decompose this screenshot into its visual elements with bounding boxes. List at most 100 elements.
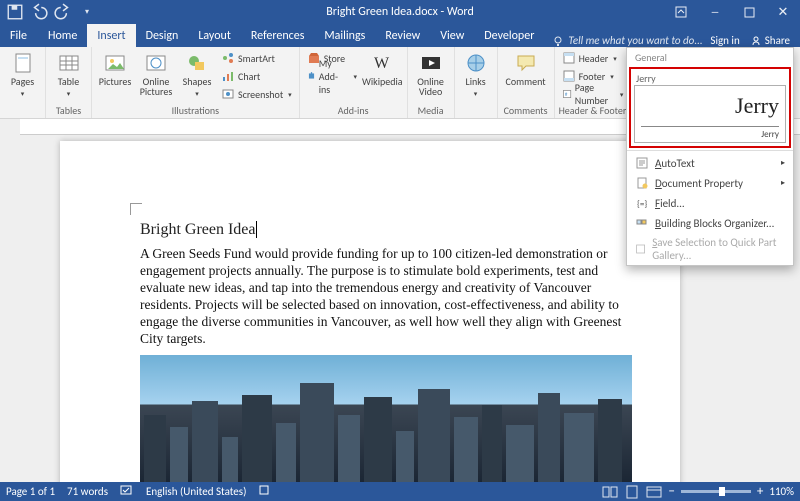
ribbon: Pages▾ _ Table▾ Tables Pictures Online P… (0, 47, 800, 119)
save-gallery-icon (635, 242, 646, 256)
quick-part-gallery-item[interactable]: Jerry Jerry Jerry (631, 69, 789, 146)
tab-mailings[interactable]: Mailings (314, 24, 375, 47)
page-icon (11, 51, 35, 75)
tab-file[interactable]: File (0, 24, 38, 47)
links-icon (464, 51, 488, 75)
tab-layout[interactable]: Layout (188, 24, 241, 47)
table-button[interactable]: Table▾ (50, 49, 87, 103)
maximize-icon[interactable] (732, 0, 766, 24)
close-icon[interactable]: ✕ (766, 0, 800, 24)
docprop-icon (635, 176, 649, 190)
tab-review[interactable]: Review (375, 24, 430, 47)
save-selection-item: Save Selection to Quick Part Gallery... (627, 233, 793, 265)
pictures-button[interactable]: Pictures (96, 49, 134, 103)
autotext-icon (635, 156, 649, 170)
wikipedia-icon: W (370, 51, 394, 75)
field-item[interactable]: {=}Field... (627, 193, 793, 213)
quick-parts-dropdown: General Jerry Jerry Jerry AutoText▸ Docu… (626, 47, 794, 266)
screenshot-icon (221, 87, 235, 101)
video-icon (419, 51, 443, 75)
chart-icon (221, 69, 235, 83)
addins-icon (307, 69, 316, 83)
chart-button[interactable]: Chart (218, 67, 295, 85)
comment-button[interactable]: Comment (502, 49, 550, 103)
smartart-icon (221, 51, 235, 65)
window-title: Bright Green Idea.docx - Word (326, 5, 474, 19)
language-indicator[interactable]: English (United States) (146, 485, 246, 498)
footer-icon (562, 69, 576, 83)
tab-view[interactable]: View (430, 24, 474, 47)
shapes-button[interactable]: Shapes▾ (178, 49, 216, 103)
margin-indicator (130, 203, 142, 215)
group-illustrations: Illustrations (96, 104, 295, 117)
signature-preview: Jerry (635, 86, 785, 126)
group-tables: Tables (50, 104, 87, 117)
page-number-button[interactable]: #Page Number▾ (559, 85, 627, 103)
online-pictures-button[interactable]: Online Pictures (136, 49, 176, 103)
qat-dropdown-icon[interactable]: ▾ (78, 3, 96, 21)
read-mode-icon[interactable] (602, 485, 618, 499)
svg-text:W: W (374, 55, 390, 72)
inline-image[interactable] (140, 355, 632, 482)
tell-me-search[interactable]: Tell me what you want to do... (552, 34, 702, 47)
tell-me-label: Tell me what you want to do... (568, 34, 702, 47)
page[interactable]: Bright Green Idea A Green Seeds Fund wou… (60, 141, 680, 482)
text-cursor (256, 221, 258, 238)
field-icon: {=} (635, 196, 649, 210)
links-button[interactable]: Links▾ (459, 49, 493, 103)
document-property-item[interactable]: Document Property▸ (627, 173, 793, 193)
tab-insert[interactable]: Insert (87, 24, 135, 47)
print-layout-icon[interactable] (624, 485, 640, 499)
zoom-in-button[interactable]: + (757, 484, 763, 499)
signature-label: Jerry (641, 126, 779, 142)
zoom-slider[interactable] (681, 490, 751, 493)
bbo-icon (635, 216, 649, 230)
pictures-icon (103, 51, 127, 75)
minimize-icon[interactable]: ─ (698, 0, 732, 24)
macro-icon[interactable] (258, 484, 270, 499)
online-pictures-icon (144, 51, 168, 75)
wikipedia-button[interactable]: WWikipedia (362, 49, 403, 103)
header-icon (562, 51, 576, 65)
document-title: Bright Green Idea (140, 221, 644, 239)
building-blocks-item[interactable]: Building Blocks Organizer... (627, 213, 793, 233)
zoom-out-button[interactable]: − (668, 484, 674, 499)
smartart-button[interactable]: SmartArt (218, 49, 295, 67)
save-icon[interactable] (6, 3, 24, 21)
group-headerfooter: Header & Footer (559, 104, 627, 117)
undo-icon[interactable] (30, 3, 48, 21)
tab-references[interactable]: References (241, 24, 315, 47)
group-media: Media (412, 104, 450, 117)
tab-design[interactable]: Design (136, 24, 189, 47)
tab-home[interactable]: Home (38, 24, 87, 47)
lightbulb-icon (552, 35, 564, 47)
table-icon (57, 51, 81, 75)
title-bar: ▾ Bright Green Idea.docx - Word ─ ✕ (0, 0, 800, 24)
svg-text:{=}: {=} (637, 199, 647, 210)
ribbon-options-icon[interactable] (664, 0, 698, 24)
pages-button[interactable]: Pages▾ (4, 49, 41, 103)
web-layout-icon[interactable] (646, 485, 662, 499)
myaddins-button[interactable]: My Add-ins▾ (304, 67, 360, 85)
group-addins: Add-ins (304, 104, 403, 117)
tab-developer[interactable]: Developer (474, 24, 544, 47)
word-count[interactable]: 71 words (67, 485, 108, 498)
menu-bar: File Home Insert Design Layout Reference… (0, 24, 800, 47)
online-video-button[interactable]: Online Video (412, 49, 450, 103)
share-button[interactable]: Share (750, 34, 790, 47)
page-indicator[interactable]: Page 1 of 1 (6, 485, 55, 498)
screenshot-button[interactable]: Screenshot▾ (218, 85, 295, 103)
document-body[interactable]: A Green Seeds Fund would provide funding… (140, 245, 644, 347)
comment-icon (514, 51, 538, 75)
header-button[interactable]: Header▾ (559, 49, 627, 67)
shapes-icon (185, 51, 209, 75)
group-comments: Comments (502, 104, 550, 117)
spellcheck-icon[interactable] (120, 484, 134, 499)
redo-icon[interactable] (54, 3, 72, 21)
dropdown-header: General (627, 48, 793, 67)
zoom-level[interactable]: 110% (769, 485, 794, 498)
autotext-item[interactable]: AutoText▸ (627, 153, 793, 173)
status-bar: Page 1 of 1 71 words English (United Sta… (0, 482, 800, 501)
pagenum-icon: # (562, 87, 572, 101)
sign-in-link[interactable]: Sign in (710, 34, 739, 47)
